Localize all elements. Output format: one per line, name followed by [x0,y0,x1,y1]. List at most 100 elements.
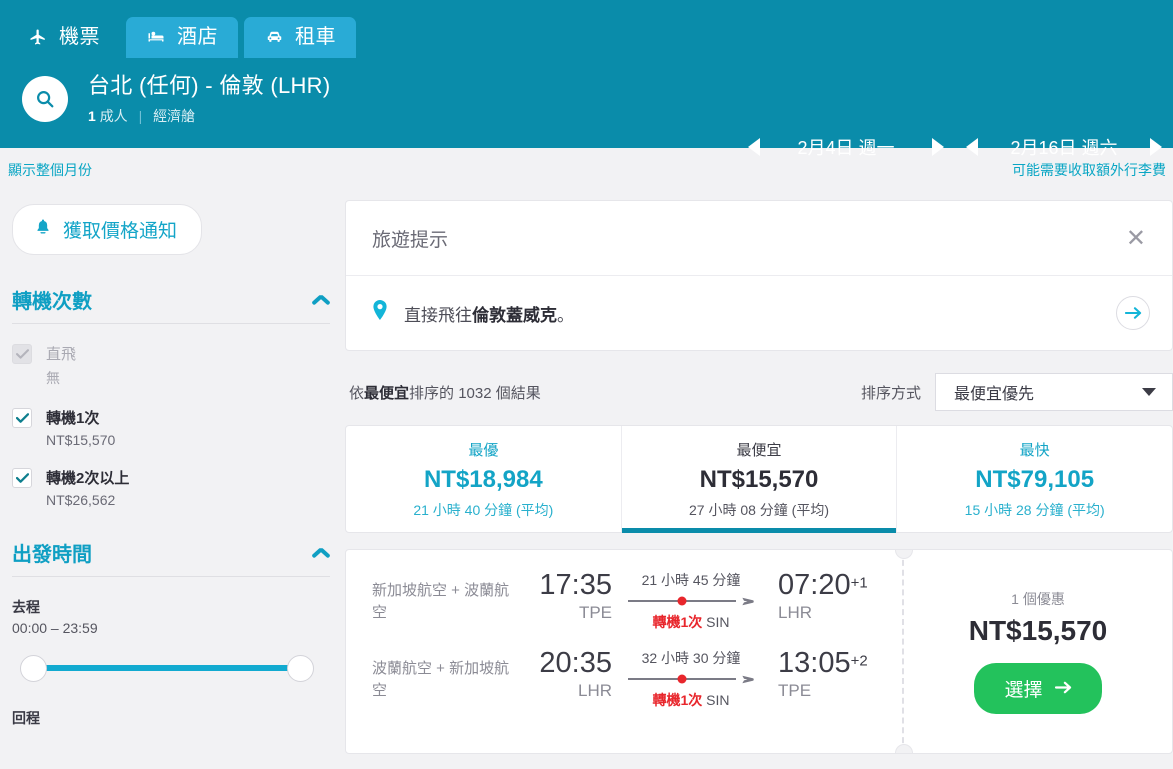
tip-text-before: 直接飛往 [404,305,472,325]
tip-destination: 倫敦蓋威克 [472,305,557,325]
plane-icon [740,595,755,608]
filter-option-two-plus-stops-text: 轉機2次以上 NT$26,562 [46,467,129,508]
price-tab-cheapest[interactable]: 最便宜 NT$15,570 27 小時 08 分鐘 (平均) [620,426,897,533]
plane-icon [26,27,50,47]
slider-knob-min[interactable] [20,655,47,682]
tab-hotels[interactable]: 酒店 [126,17,238,58]
return-stop-code: SIN [706,692,730,708]
price-tab-best-price: NT$18,984 [423,465,543,493]
filter-departure-time-title: 出發時間 [12,544,92,566]
return-stops: 轉機1次 SIN [622,690,760,710]
tab-car-rental[interactable]: 租車 [244,17,356,58]
travel-tips-body: 直接飛往倫敦蓋威克。 [346,276,1172,350]
return-route-graphic [622,670,760,688]
filter-option-two-plus-stops[interactable]: 轉機2次以上 NT$26,562 [12,467,330,508]
return-airline: 波蘭航空 + 新加坡航空 [372,660,510,699]
results-count-prefix: 依 [349,384,365,402]
filter-option-one-stop[interactable]: 轉機1次 NT$15,570 [12,407,330,448]
tip-go-button[interactable] [1116,296,1150,330]
chevron-up-icon[interactable] [312,294,330,305]
segment-line [627,674,736,684]
slider-track [28,665,306,671]
checkbox-direct[interactable] [12,344,32,364]
route-summary[interactable]: 台北 (任何) - 倫敦 (LHR) 1 成人 | 經濟艙 [88,72,331,126]
price-tab-fastest-duration: 15 小時 28 分鐘 (平均) [964,501,1105,518]
checkbox-one-stop[interactable] [12,408,32,428]
outbound-stop-code: SIN [706,614,730,630]
travel-tips-title: 旅遊提示 [372,230,449,251]
filter-option-one-stop-text: 轉機1次 NT$15,570 [46,407,115,448]
price-alert-button[interactable]: 獲取價格通知 [12,204,203,255]
outbound-arrive-code: LHR [778,603,813,623]
results-count-criteria: 最便宜 [364,384,410,402]
sort-label: 排序方式 [860,384,921,402]
slider-knob-max[interactable] [287,655,314,682]
plane-icon [740,673,755,686]
tab-flights-label: 機票 [59,26,100,48]
search-icon[interactable] [22,75,68,122]
price-tab-best-duration: 21 小時 40 分鐘 (平均) [413,501,554,518]
price-tab-fastest-price: NT$79,105 [975,465,1095,493]
ticket-divider [895,550,913,753]
chevron-up-icon[interactable] [312,547,330,558]
close-icon[interactable]: ✕ [1122,226,1150,251]
checkbox-two-plus-stops[interactable] [12,468,32,488]
select-button-label: 選擇 [1004,680,1043,701]
booking-panel: 1 個優惠 NT$15,570 選擇 [904,550,1172,753]
outbound-depart: 17:35 TPE [512,570,616,623]
filter-stops: 轉機次數 直飛 無 轉機1次 NT$15,570 轉機2次以上 NT$26,56… [12,285,330,508]
filters-sidebar: 獲取價格通知 轉機次數 直飛 無 轉機1次 NT$15,570 轉機2次以上 N… [0,188,345,754]
passenger-count: 1 [88,107,96,124]
filter-option-direct[interactable]: 直飛 無 [12,343,330,388]
filter-option-two-plus-stops-label: 轉機2次以上 [46,470,130,487]
filter-option-direct-price: 無 [46,370,60,386]
sort-bar: 依最便宜排序的 1032 個結果 排序方式 最便宜優先 [345,351,1173,411]
outbound-label: 去程 [12,599,40,615]
return-day-offset: +2 [850,652,868,670]
return-arrive-code: TPE [778,681,812,701]
baggage-fee-note[interactable]: 可能需要收取額外行李費 [1012,160,1166,180]
flight-search-page: 機票 酒店 租車 台北 (任何) - 倫敦 (LHR) 1 成人 | 經濟艙 2… [0,0,1173,769]
price-tab-cheapest-price: NT$15,570 [699,465,819,493]
price-tab-cheapest-duration: 27 小時 08 分鐘 (平均) [688,501,830,518]
site-header: 機票 酒店 租車 台北 (任何) - 倫敦 (LHR) 1 成人 | 經濟艙 2… [0,0,1173,158]
filter-option-one-stop-price: NT$15,570 [46,432,116,448]
select-button[interactable]: 選擇 [974,663,1102,714]
outbound-airline: 新加坡航空 + 波蘭航空 [372,582,510,621]
price-tab-fastest[interactable]: 最快 NT$79,105 15 小時 28 分鐘 (平均) [896,426,1172,532]
deal-count: 1 個優惠 [1011,591,1065,607]
page-body: 獲取價格通知 轉機次數 直飛 無 轉機1次 NT$15,570 轉機2次以上 N… [0,188,1173,754]
passenger-cabin-summary: 1 成人 | 經濟艙 [88,106,331,126]
passenger-unit: 成人 [99,107,128,124]
outbound-arrive-time: 07:20 [778,569,851,601]
stop-dot-icon [677,674,686,684]
return-arrive: 13:05+2 TPE [766,648,886,701]
filter-stops-header[interactable]: 轉機次數 [12,285,330,324]
price-alert-label: 獲取價格通知 [63,221,178,242]
car-icon [262,27,286,47]
outbound-depart-time: 17:35 [539,569,612,601]
outbound-leg: 新加坡航空 + 波蘭航空 17:35 TPE 21 小時 45 分鐘 轉機1次 … [372,570,902,648]
outbound-day-offset: +1 [850,574,868,592]
chevron-down-icon [1142,388,1156,396]
outbound-segment: 21 小時 45 分鐘 轉機1次 SIN [616,570,766,632]
filter-departure-time-header[interactable]: 出發時間 [12,538,330,577]
results-main: 旅遊提示 ✕ 直接飛往倫敦蓋威克。 依最便宜排序的 1032 個結果 排序方式 … [345,188,1173,754]
price-tab-best[interactable]: 最優 NT$18,984 21 小時 40 分鐘 (平均) [346,426,621,532]
flight-result-card[interactable]: 新加坡航空 + 波蘭航空 17:35 TPE 21 小時 45 分鐘 轉機1次 … [345,549,1173,754]
segment-line [627,596,736,606]
outbound-stops-count: 轉機1次 [652,614,703,630]
filter-option-one-stop-label: 轉機1次 [46,410,100,427]
filter-option-direct-text: 直飛 無 [46,343,76,388]
total-price: NT$15,570 [968,615,1108,646]
bed-icon [144,27,168,47]
price-tab-fastest-name: 最快 [1019,441,1050,459]
show-whole-month-link[interactable]: 顯示整個月份 [8,160,92,180]
filter-stops-title: 轉機次數 [12,291,92,313]
results-count-suffix: 排序的 1032 個結果 [409,384,541,402]
outbound-time-slider[interactable] [12,650,322,686]
tab-flights[interactable]: 機票 [8,17,120,58]
bell-icon [33,217,53,243]
sort-select[interactable]: 最便宜優先 [935,373,1173,411]
outbound-depart-code: TPE [578,603,612,623]
